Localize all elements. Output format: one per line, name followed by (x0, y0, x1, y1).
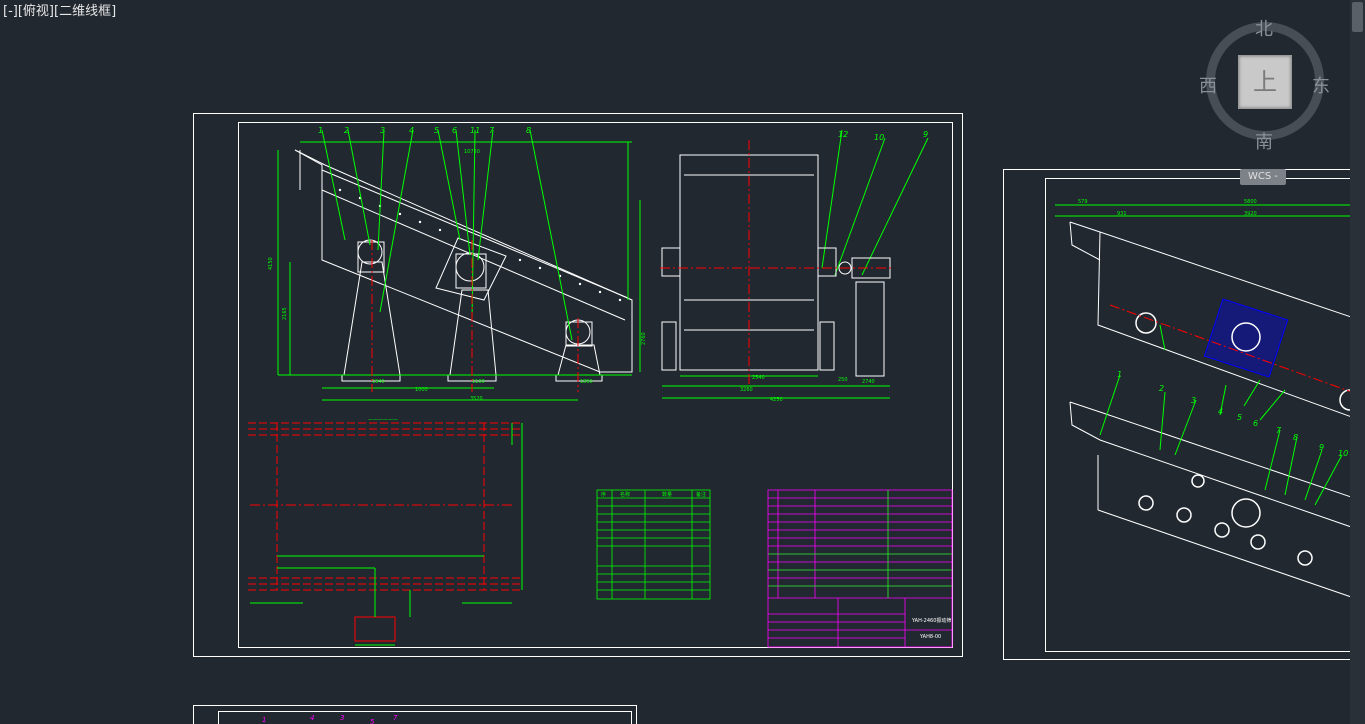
svg-text:4150: 4150 (268, 257, 274, 270)
svg-text:10750: 10750 (464, 149, 480, 155)
part-label: 10 (874, 133, 884, 142)
part-label: 12 (838, 130, 848, 139)
svg-text:名称: 名称 (620, 491, 630, 498)
parts-table-left (596, 489, 711, 600)
parts-table-header: 序 名称 数量 备注 (601, 491, 706, 498)
svg-text:3920: 3920 (1244, 211, 1257, 217)
part-label: 9 (923, 130, 928, 139)
svg-text:5: 5 (370, 718, 375, 724)
svg-text:数量: 数量 (662, 491, 672, 498)
svg-text:序: 序 (601, 491, 606, 498)
svg-text:1890: 1890 (580, 379, 593, 385)
screen-side-view (294, 149, 633, 382)
compass-north[interactable]: 北 (1255, 15, 1273, 41)
title-block-name: YAH-2460振动筛 (911, 617, 951, 624)
drawing-canvas[interactable]: 1 2 3 4 5 6 11 7 8 12 10 9 4150 2165 100… (0, 0, 1350, 724)
part-label: 3 (380, 126, 385, 135)
sheet-3: 1 4 3 5 7 (193, 705, 637, 724)
compass-east[interactable]: 东 (1312, 72, 1330, 98)
svg-text:1940: 1940 (372, 379, 385, 385)
svg-text:5: 5 (1237, 413, 1242, 422)
scrollbar-thumb[interactable] (1352, 2, 1363, 32)
svg-text:2165: 2165 (282, 307, 288, 320)
viewcube[interactable]: 北 南 西 东 上 WCS - (1196, 10, 1336, 188)
svg-text:1: 1 (1117, 370, 1122, 379)
svg-text:9: 9 (1319, 443, 1324, 452)
svg-text:2760: 2760 (641, 332, 647, 345)
part-label: 11 (470, 126, 480, 135)
svg-text:备注: 备注 (696, 491, 706, 498)
part-label: 1 (318, 126, 323, 135)
part-label: 6 (452, 126, 457, 135)
foundation-plan (248, 422, 520, 642)
svg-text:7: 7 (393, 714, 398, 722)
svg-text:6: 6 (1253, 419, 1258, 428)
part-label: 7 (489, 126, 495, 135)
svg-text:579: 579 (1078, 199, 1088, 205)
isometric-screen (1069, 221, 1350, 598)
svg-text:4250: 4250 (770, 397, 783, 403)
vertical-scrollbar[interactable] (1350, 0, 1365, 724)
svg-text:3520: 3520 (470, 396, 483, 402)
part-label: 4 (409, 126, 414, 135)
svg-text:2740: 2740 (862, 379, 875, 385)
drawing-number: YAH8-00 (919, 634, 941, 640)
compass-south[interactable]: 南 (1255, 128, 1273, 154)
svg-text:3: 3 (340, 714, 344, 722)
sheet-2: 579 931 5800 3920 1 2 3 4 5 6 7 8 9 10 (1003, 169, 1350, 660)
screen-end-view (661, 154, 891, 377)
svg-text:7: 7 (1276, 426, 1282, 435)
svg-text:8: 8 (1293, 433, 1298, 442)
svg-text:2: 2 (1159, 384, 1164, 393)
foundation-dims (250, 423, 523, 646)
compass-west[interactable]: 西 (1199, 72, 1217, 98)
svg-text:3260: 3260 (740, 387, 753, 393)
svg-text:4: 4 (1218, 407, 1223, 416)
svg-text:1: 1 (262, 716, 266, 724)
sheet-1: 1 2 3 4 5 6 11 7 8 12 10 9 4150 2165 100… (193, 113, 963, 657)
svg-text:4: 4 (310, 714, 314, 722)
foundation-title: —————— (368, 417, 398, 423)
part-label: 5 (434, 126, 439, 135)
svg-text:250: 250 (838, 377, 848, 383)
svg-text:931: 931 (1117, 211, 1127, 217)
svg-text:1100: 1100 (472, 379, 485, 385)
part-label: 8 (526, 126, 531, 135)
svg-text:2540: 2540 (752, 375, 765, 381)
part-number-labels: 1 2 3 4 5 6 11 7 8 12 10 9 (318, 126, 928, 142)
viewcube-top-face[interactable]: 上 (1238, 55, 1292, 109)
svg-text:10: 10 (1338, 449, 1348, 458)
wcs-menu-button[interactable]: WCS - (1240, 169, 1286, 185)
svg-text:1000: 1000 (415, 387, 428, 393)
svg-text:3: 3 (1191, 396, 1196, 405)
svg-text:5800: 5800 (1244, 199, 1257, 205)
part-label: 2 (344, 126, 349, 135)
dimension-lines (277, 129, 929, 401)
